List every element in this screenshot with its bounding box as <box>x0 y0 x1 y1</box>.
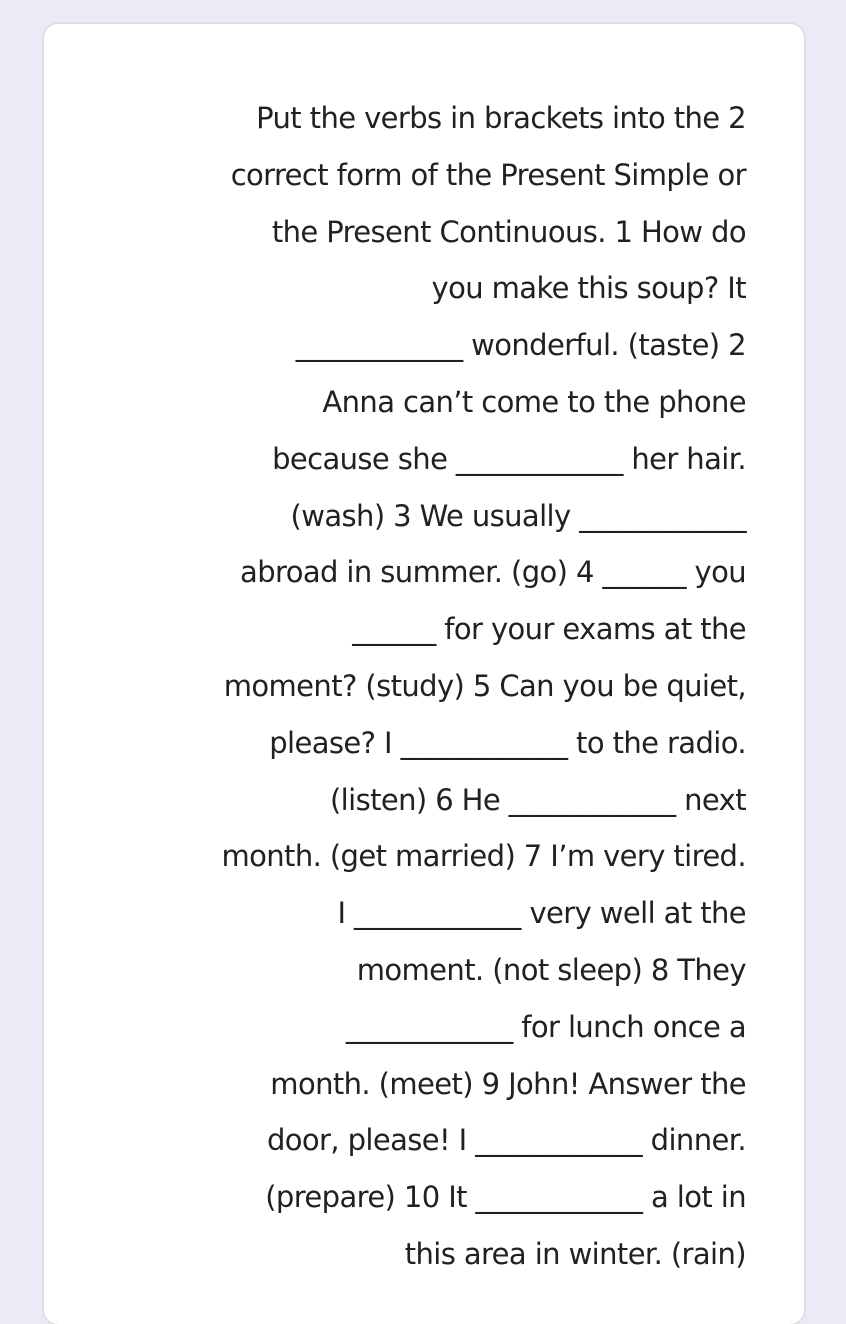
question-line: abroad in summer. (go) 4 ______ you <box>240 555 747 590</box>
question-line: correct form of the Present Simple or <box>230 157 747 192</box>
question-line: you make this soup? It <box>431 271 747 306</box>
question-line: (wash) 3 We usually ____________ <box>290 498 747 533</box>
question-line: moment? (study) 5 Can you be quiet, <box>223 668 747 703</box>
question-line: I ____________ very well at the <box>337 896 746 931</box>
question-line: ____________ for lunch once a <box>345 1009 747 1044</box>
question-card: Put the verbs in brackets into the 2 cor… <box>44 24 804 1324</box>
question-line: month. (meet) 9 John! Answer the <box>270 1066 746 1101</box>
question-line: (prepare) 10 It ____________ a lot in <box>265 1180 746 1215</box>
question-line: month. (get married) 7 I’m very tired. <box>221 839 746 874</box>
question-line: ____________ wonderful. (taste) 2 <box>295 328 747 363</box>
question-line: moment. (not sleep) 8 They <box>356 952 747 987</box>
question-line: this area in winter. (rain) <box>404 1236 747 1271</box>
question-line: door, please! I ____________ dinner. <box>266 1123 747 1158</box>
question-line: Anna can’t come to the phone <box>322 384 746 419</box>
question-line: (listen) 6 He ____________ next <box>329 782 747 817</box>
question-line: because she ____________ her hair. <box>272 441 747 476</box>
question-line: ______ for your exams at the <box>352 612 746 647</box>
question-text: Put the verbs in brackets into the 2 cor… <box>104 90 746 1283</box>
question-line: please? I ____________ to the radio. <box>269 725 746 760</box>
question-line: the Present Continuous. 1 How do <box>271 214 747 249</box>
question-line: Put the verbs in brackets into the 2 <box>256 101 746 135</box>
